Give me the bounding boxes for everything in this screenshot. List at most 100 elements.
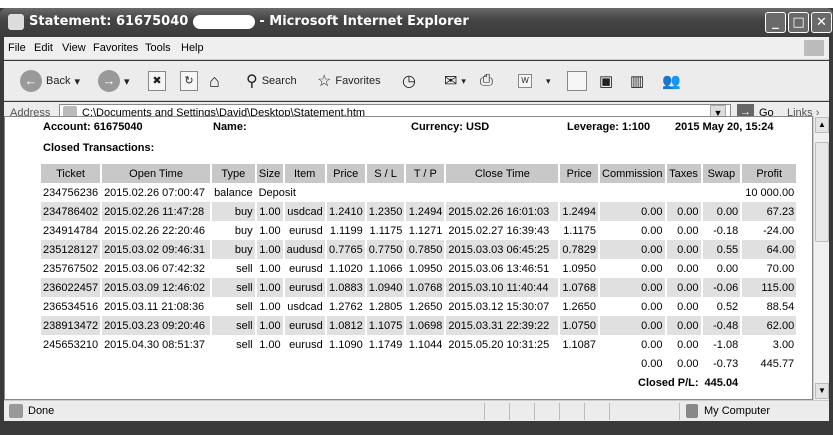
table-cell: 1.0768 [406,278,445,297]
discuss-button[interactable] [567,69,587,93]
report-date: 2015 May 20, 15:24 [675,121,774,133]
stop-button[interactable]: ✖ [148,69,166,93]
table-cell: buy [234,224,253,237]
table-cell [212,373,255,392]
table-row: 234786402 2015.02.26 11:47:28 buy 1.00 usdca… [41,202,797,221]
search-icon: ⚲ [246,73,258,90]
table-cell: 2015.03.10 11:40:44 [446,278,559,297]
search-button[interactable]: ⚲ Search [246,69,297,93]
table-cell: 2015.03.11 21:08:36 [104,300,205,313]
forward-button[interactable]: → ▾ [98,69,130,93]
table-cell: 10 000.00 [745,186,795,199]
table-cell: -0.06 [702,278,741,297]
search-label: Search [261,75,297,87]
table-cell: 0.00 [677,338,699,351]
table-cell: 0.00 [600,278,665,297]
home-button[interactable]: ⌂ [209,69,220,93]
table-cell: eurusd [284,316,325,335]
table-cell: 0.00 [666,278,701,297]
table-cell [212,354,255,373]
forward-arrow-icon: → [98,70,120,92]
edit-word-button[interactable]: W ▾ [518,69,551,93]
table-cell: 0.00 [641,357,663,370]
refresh-button[interactable]: ↻ [180,69,198,93]
table-cell: 1.2494 [406,202,445,221]
column-header: Type [212,164,255,183]
menu-help[interactable]: Help [181,42,204,54]
table-header: Ticket Open Time Type Size Item Price S / LT /… [41,164,797,183]
column-header: Profit [742,164,797,183]
totals-row: 0.00 0.00 -0.73 445.77 [41,354,796,373]
table-cell: 2015.02.26 16:01:03 [446,202,559,221]
scroll-up-icon[interactable]: ▲ [815,117,829,133]
table-cell: balance [214,186,253,199]
minimize-button[interactable]: _ [765,12,786,33]
table-cell [446,373,558,392]
table-cell: sell [236,300,253,313]
table-cell [102,354,210,373]
messenger-button[interactable]: 👥 [662,69,681,93]
toolbar: ← Back ▾ → ▾ ✖ ↻ ⌂ ⚲ Search ☆ Favorites ◷ ✉ ▾ … [4,61,829,101]
table-cell: -0.73 [713,357,739,370]
section-title: Closed Transactions: [43,142,155,154]
menu-tools[interactable]: Tools [145,42,171,54]
table-cell: 2015.03.23 09:20:46 [102,316,211,335]
table-cell: 0.00 [641,338,663,351]
table-cell: 1.1175 [369,224,403,237]
favorites-label: Favorites [335,75,381,87]
column-header: Open Time [102,164,211,183]
history-button[interactable]: ◷ [402,69,416,93]
scroll-down-icon[interactable]: ▼ [815,383,829,399]
vertical-scrollbar[interactable]: ▲ ▼ [813,116,829,400]
table-cell: -24.00 [762,224,795,237]
table-cell: 0.52 [716,300,739,313]
account-number: Account: 61675040 [43,121,143,133]
table-cell: Closed P/L: [638,376,699,389]
menu-view[interactable]: View [62,42,86,54]
computer-icon [686,404,698,418]
history-icon: ◷ [402,73,416,90]
close-button[interactable]: ✕ [811,12,832,33]
table-cell: 1.2410 [326,202,365,221]
refresh-icon: ↻ [180,71,198,91]
table-cell: 1.0883 [326,278,365,297]
table-cell: 115.00 [742,278,797,297]
scroll-thumb[interactable] [815,142,829,242]
table-cell: 0.00 [716,262,739,275]
table-cell: 236022457 [41,278,101,297]
table-cell: -1.08 [713,338,739,351]
menu-favorites[interactable]: Favorites [93,42,138,54]
table-cell: 234786402 [41,202,101,221]
table-cell [257,373,283,392]
table-cell: 3.00 [772,338,795,351]
back-button[interactable]: ← Back ▾ [20,69,80,93]
table-cell: 0.00 [641,300,663,313]
table-cell: 1.2650 [408,300,443,313]
table-cell: sell [236,338,253,351]
table-row: 236534516 2015.03.11 21:08:36 sell 1.00 usdc… [41,297,796,316]
table-cell: 0.00 [677,300,699,313]
transactions-table: Ticket Open Time Type Size Item Price S / LT /… [39,164,798,392]
table-cell [327,354,365,373]
menu-edit[interactable]: Edit [34,42,53,54]
print-button[interactable]: ⎙ [480,69,493,93]
column-header: Price [560,164,599,183]
table-cell: 70.00 [766,262,795,275]
library-button[interactable]: ▥ [630,69,644,93]
table-cell [560,183,598,202]
research-button[interactable]: ▣ [599,69,613,93]
maximize-button[interactable]: □ [788,12,809,33]
table-cell: 1.1175 [563,224,597,237]
table-cell: 2015.03.06 13:46:51 [448,262,550,275]
star-icon: ☆ [317,73,332,90]
word-icon: W [518,74,532,88]
mail-button[interactable]: ✉ ▾ [444,69,466,93]
messenger-icon: 👥 [662,73,681,90]
books-icon: ▥ [630,73,645,90]
table-cell [446,183,558,202]
column-header: T / P [406,164,445,183]
favorites-button[interactable]: ☆ Favorites [317,69,381,93]
table-cell: 2015.03.02 09:46:31 [102,240,211,259]
menu-file[interactable]: File [8,42,26,54]
table-cell: 2015.05.20 10:31:25 [448,338,550,351]
